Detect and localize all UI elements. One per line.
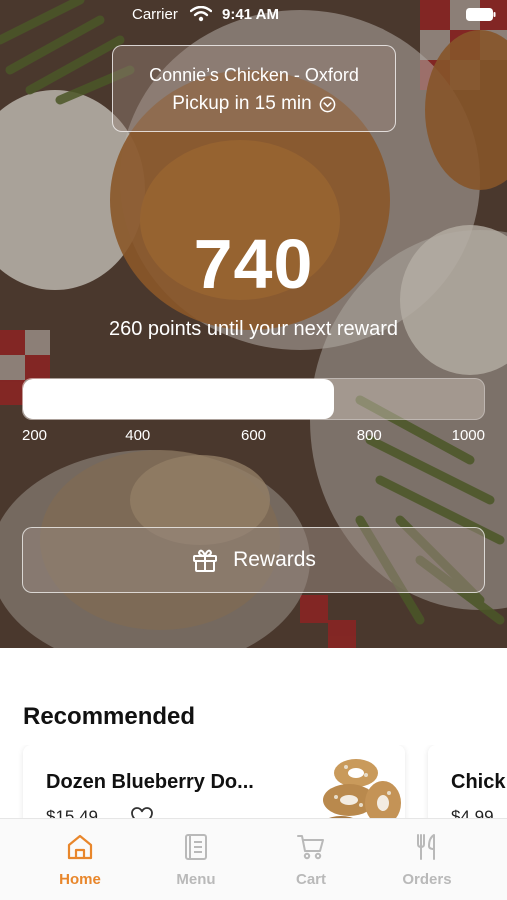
status-bar: Carrier 9:41 AM [0,0,507,30]
fork-knife-icon [417,834,435,860]
recommended-heading: Recommended [23,703,196,730]
progress-tick-label: 600 [241,427,267,444]
gift-icon [193,549,218,572]
pickup-time: Pickup in 15 min [113,93,395,115]
rewards-button-label: Rewards [233,548,316,571]
tab-cart[interactable]: Cart [253,819,369,900]
home-icon [67,834,93,860]
tab-menu[interactable]: Menu [138,819,254,900]
pickup-time-label: Pickup in 15 min [172,93,312,114]
progress-ticks: 200 400 600 800 1000 [22,427,485,447]
progress-tick-label: 400 [125,427,151,444]
cart-icon [297,835,324,860]
progress-tick-label: 200 [22,427,48,444]
rewards-progress-bar [22,378,485,420]
menu-book-icon [185,834,207,860]
rewards-progress-fill [23,379,335,419]
chevron-down-circle-icon [319,96,336,112]
item-name: Dozen Blueberry Do... [46,771,254,793]
item-name: Chick [451,771,506,793]
wifi-icon [190,6,212,22]
tab-home-label: Home [59,871,101,888]
carrier-label: Carrier [132,6,178,23]
store-pickup-selector[interactable]: Connie’s Chicken - Oxford Pickup in 15 m… [112,45,396,132]
tab-orders-label: Orders [402,871,452,888]
clock-time: 9:41 AM [222,6,279,23]
progress-tick-label: 1000 [451,427,485,444]
points-until-reward: 260 points until your next reward [108,318,399,340]
tab-orders[interactable]: Orders [369,819,485,900]
points-balance: 740 [193,225,314,303]
battery-icon [466,8,496,21]
store-name: Connie’s Chicken - Oxford [149,65,359,85]
bottom-tab-bar: Home Menu Cart Orders [0,818,507,900]
hero-banner: Carrier 9:41 AM Connie’s Chicken - Oxfor… [0,0,507,648]
rewards-button[interactable]: Rewards [22,527,485,593]
tab-cart-label: Cart [295,871,326,888]
tab-home[interactable]: Home [22,819,138,900]
tab-menu-label: Menu [176,871,216,888]
progress-tick-label: 800 [356,427,382,444]
